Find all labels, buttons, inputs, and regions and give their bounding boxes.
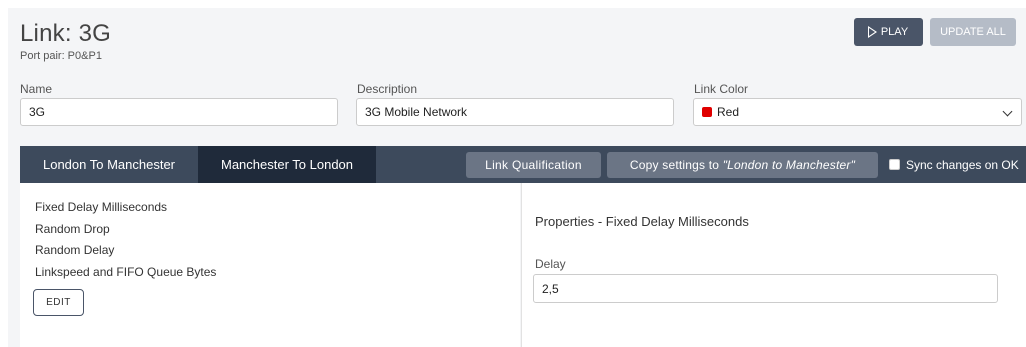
link-color-value: Red: [717, 105, 740, 119]
impairment-item-fixed-delay[interactable]: Fixed Delay Milliseconds: [35, 200, 167, 214]
play-button-label: PLAY: [880, 26, 909, 38]
impairments-panel: Fixed Delay Milliseconds Random Drop Ran…: [20, 183, 520, 347]
impairment-item-linkspeed[interactable]: Linkspeed and FIFO Queue Bytes: [35, 265, 216, 279]
name-input[interactable]: 3G: [20, 98, 338, 126]
play-icon: [867, 26, 877, 38]
delay-label: Delay: [535, 257, 566, 271]
name-input-value: 3G: [29, 105, 46, 119]
port-pair-subtitle: Port pair: P0&P1: [20, 50, 102, 62]
description-label: Description: [357, 82, 418, 96]
delay-input[interactable]: 2,5: [533, 274, 998, 303]
delay-input-value: 2,5: [542, 281, 559, 296]
sync-changes-toggle[interactable]: Sync changes on OK: [889, 146, 1019, 183]
name-label: Name: [20, 82, 53, 96]
update-all-button[interactable]: UPDATE ALL: [930, 18, 1016, 46]
tab-manchester-to-london[interactable]: Manchester To London: [198, 146, 376, 183]
impairment-item-random-drop[interactable]: Random Drop: [35, 222, 110, 236]
link-qualification-button[interactable]: Link Qualification: [466, 152, 601, 178]
impairment-item-random-delay[interactable]: Random Delay: [35, 243, 114, 257]
color-swatch-icon: [702, 107, 712, 117]
description-input[interactable]: 3G Mobile Network: [356, 98, 674, 126]
copy-settings-button[interactable]: Copy settings to "London to Manchester": [607, 152, 878, 178]
copy-settings-prefix: Copy settings to: [629, 158, 720, 172]
sync-label: Sync changes on OK: [906, 157, 1019, 172]
link-editor-page: Link: 3G Port pair: P0&P1 PLAY UPDATE AL…: [8, 8, 1026, 347]
link-color-select[interactable]: Red: [693, 98, 1022, 126]
properties-title: Properties - Fixed Delay Milliseconds: [535, 214, 749, 229]
play-button[interactable]: PLAY: [854, 18, 923, 46]
sync-checkbox[interactable]: [889, 159, 900, 170]
chevron-down-icon: [1002, 106, 1013, 117]
tab-label: London To Manchester: [42, 157, 176, 172]
edit-button[interactable]: EDIT: [33, 289, 84, 316]
copy-settings-target: "London to Manchester": [722, 158, 856, 172]
properties-panel: Properties - Fixed Delay Milliseconds De…: [521, 183, 1026, 347]
description-input-value: 3G Mobile Network: [365, 105, 468, 119]
link-color-label: Link Color: [694, 82, 749, 96]
tab-label: Manchester To London: [220, 157, 354, 172]
direction-tabbar: London To Manchester Manchester To Londo…: [20, 146, 1026, 183]
tab-london-to-manchester[interactable]: London To Manchester: [20, 146, 198, 183]
page-title: Link: 3G: [20, 20, 111, 47]
